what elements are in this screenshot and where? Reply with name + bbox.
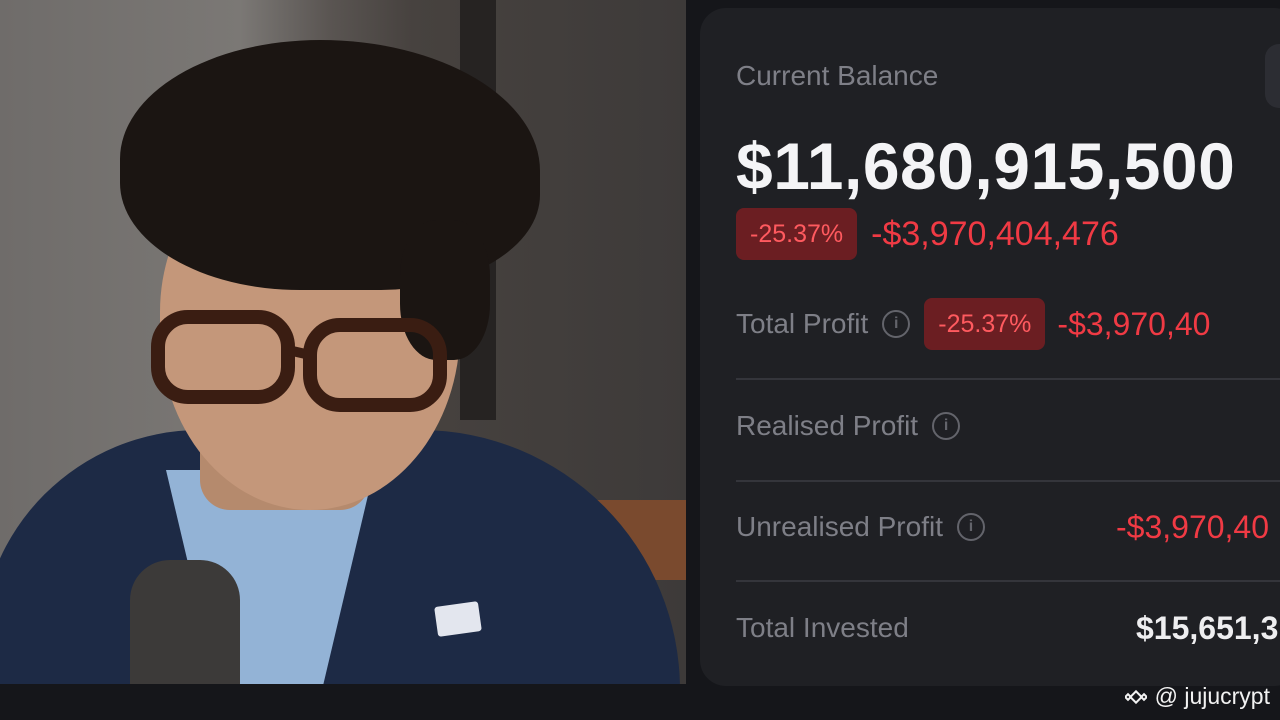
card-action-button[interactable] [1265, 44, 1280, 108]
total-invested-label: Total Invested [736, 612, 909, 643]
total-invested-row: Total Invested $15,651,3 [736, 609, 1280, 646]
balance-value: $11,680,915,500 [736, 129, 1236, 203]
unrealised-profit-row: Unrealised Profit i -$3,970,40 [736, 508, 1280, 545]
change-percent-badge: -25.37% [736, 208, 858, 260]
balance-label: Current Balance [736, 60, 939, 91]
watermark-handle: @ jujucrypt [1154, 683, 1270, 709]
divider [736, 580, 1280, 582]
watermark: @ jujucrypt [1123, 683, 1270, 710]
info-icon[interactable]: i [882, 310, 911, 338]
realised-profit-row: Realised Profit i [736, 410, 1280, 442]
change-value: -$3,970,404,476 [871, 214, 1119, 253]
balance-change: -25.37% -$3,970,404,476 [736, 208, 1119, 260]
divider [736, 378, 1280, 380]
total-profit-badge: -25.37% [924, 298, 1046, 350]
total-profit-label: Total Profit [736, 308, 869, 339]
lapel-pin [434, 601, 482, 637]
info-icon[interactable]: i [932, 412, 961, 440]
unrealised-profit-label: Unrealised Profit [736, 511, 943, 542]
glasses [151, 310, 447, 412]
total-invested-value: $15,651,3 [1136, 609, 1279, 646]
balance-card: Current Balance $11,680,915,500 -25.37% … [700, 8, 1280, 686]
unrealised-profit-value: -$3,970,40 [1116, 508, 1270, 545]
total-profit-row: Total Profit i -25.37% -$3,970,40 [736, 298, 1280, 350]
video-frame [0, 0, 686, 684]
total-profit-value: -$3,970,40 [1057, 305, 1211, 342]
info-icon[interactable]: i [956, 513, 985, 541]
binance-icon [1123, 686, 1148, 708]
divider [736, 480, 1280, 482]
microphone [130, 560, 240, 684]
realised-profit-label: Realised Profit [736, 410, 919, 441]
